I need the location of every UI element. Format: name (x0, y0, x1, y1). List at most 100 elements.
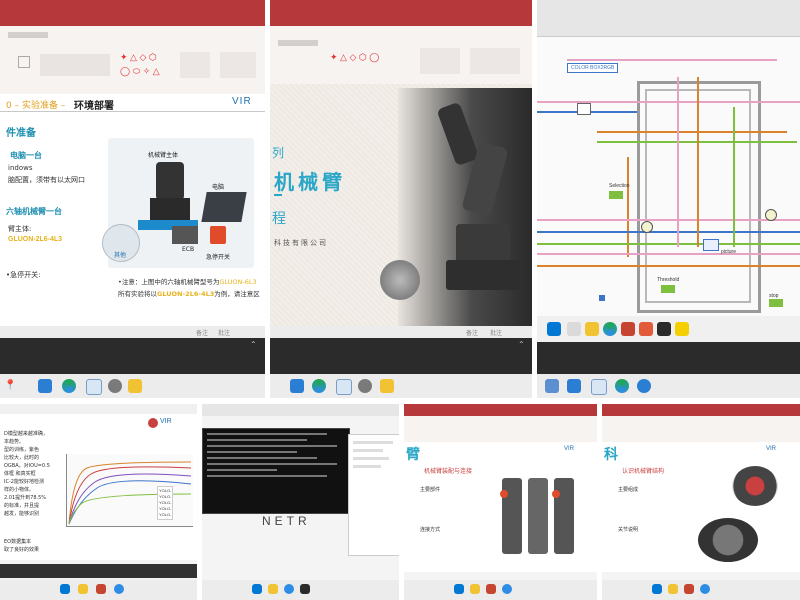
network-icon[interactable] (336, 379, 352, 395)
terminal-window[interactable] (202, 428, 350, 514)
edge-icon[interactable] (312, 379, 326, 393)
edge-icon[interactable] (615, 379, 629, 393)
bullet-2: 关节说明 (618, 527, 639, 533)
threshold-control[interactable] (661, 285, 675, 293)
app-icon-blue[interactable] (567, 379, 581, 393)
edge-icon[interactable] (62, 379, 76, 393)
ppt-icon[interactable] (486, 584, 496, 594)
taskbar (270, 374, 532, 398)
windows-start-icon[interactable] (252, 584, 262, 594)
status-notes[interactable]: 备注 (196, 328, 208, 337)
edge-icon[interactable] (603, 322, 617, 336)
app-icon-blue[interactable] (38, 379, 52, 393)
brand-logo: VIR (564, 446, 575, 452)
gallery-icon[interactable] (380, 379, 394, 393)
item2-heading: 六轴机械臂一台 (6, 207, 62, 216)
photo-label-arm: 机械臂主体 (148, 152, 179, 159)
pin-icon[interactable]: 📍 (4, 380, 16, 391)
app-icon-blue[interactable] (290, 379, 304, 393)
subvi-node[interactable] (703, 239, 719, 251)
ppt-status-bar: 备注 批注 (0, 326, 265, 338)
arm-model: GLUON-2L6-4L3 (8, 236, 63, 243)
image-icon[interactable] (545, 379, 559, 393)
wps-icon[interactable] (639, 322, 653, 336)
screenshot-tile-ppt-title: ✦ △ ◇ ⬡ ◯ 列 机械臂 程 科技有限公司 备注 批注 ⌃ (270, 0, 532, 398)
gauge-node[interactable] (641, 221, 653, 233)
brand-logo: VIR (766, 446, 777, 452)
arm-base-image (698, 518, 758, 562)
slide-heading: 认识机械臂结构 (622, 468, 665, 475)
note-line-2: 所有实验将以GLUON-2L6-4L3为例，请注意区 (118, 290, 260, 298)
ppt-ribbon: ✦ △ ◇ ⬡ ◯ (270, 26, 532, 85)
edge-icon[interactable] (700, 584, 710, 594)
selection-label: Selection (609, 183, 630, 189)
slide-canvas: VIR D模型越来越准确， 本趋势。 型的训练，紫色 比较大，此时的 OGBA，对I… (0, 414, 197, 560)
title-fragment: 列 (272, 146, 285, 160)
chevron-up-icon[interactable]: ⌃ (250, 340, 257, 349)
file-explorer-panel[interactable] (348, 434, 399, 556)
status-comments[interactable]: 批注 (218, 328, 230, 337)
gear-icon[interactable] (358, 379, 372, 393)
taskbar-top (537, 316, 800, 342)
gear-icon[interactable] (108, 379, 122, 393)
network-icon[interactable] (86, 379, 102, 395)
chart-legend: YOLO- YOLO- YOLO- YOLO- YOLO- (157, 486, 174, 520)
windows-start-icon[interactable] (454, 584, 464, 594)
company-name: 科技有限公司 (274, 239, 328, 247)
windows-start-icon[interactable] (60, 584, 70, 594)
screenshot-tile-labview: COLOR BOX2RGB Selection picture Threshol… (537, 0, 800, 398)
edge-icon[interactable] (502, 584, 512, 594)
dark-panel (537, 342, 800, 374)
photo-label-estop: 急停开关 (206, 254, 231, 261)
gauge-node-2[interactable] (765, 209, 777, 221)
slide-title: 环境部署 (74, 101, 114, 112)
folder-icon[interactable] (78, 584, 88, 594)
window-header (202, 404, 399, 416)
chevron-up-icon[interactable]: ⌃ (518, 340, 525, 349)
folder-icon[interactable] (585, 322, 599, 336)
folder-icon[interactable] (470, 584, 480, 594)
status-comments[interactable]: 批注 (490, 328, 502, 337)
picture-label: picture (721, 249, 737, 255)
stop-button[interactable] (769, 299, 783, 307)
gallery-icon[interactable] (128, 379, 142, 393)
ppt-icon[interactable] (621, 322, 635, 336)
edge-icon[interactable] (114, 584, 124, 594)
ppt-ribbon (602, 416, 800, 442)
banner-text: NETR (262, 514, 311, 528)
status-notes[interactable]: 备注 (466, 328, 478, 337)
screenshot-tile-terminal: NETR (202, 404, 399, 600)
edge-icon[interactable] (284, 584, 294, 594)
ppt-ribbon: ✦ △ ◇ ⬡ ◯ ⬭ ✧ △ (0, 26, 265, 95)
dark-panel: ⌃ (0, 338, 265, 374)
color-box-node[interactable]: COLOR BOX2RGB (567, 63, 619, 73)
bullet-1: 主要部件 (420, 487, 441, 493)
slide-canvas: 科 VIR 认识机械臂结构 主要组成 关节说明 (602, 442, 800, 572)
camera-icon[interactable] (637, 379, 651, 393)
network-icon[interactable] (591, 379, 607, 395)
section-heading: 件准备 (6, 128, 36, 139)
labview-icon[interactable] (675, 322, 689, 336)
taskbar (537, 374, 800, 398)
hardware-photo: 机械臂主体 电脑 ECB 急停开关 其他 (102, 138, 254, 268)
terminal-icon[interactable] (657, 322, 671, 336)
terminal-icon[interactable] (300, 584, 310, 594)
ppt-ribbon (404, 416, 597, 442)
selection-control[interactable] (609, 191, 623, 199)
terminal-node[interactable] (577, 103, 591, 115)
search-icon[interactable] (567, 322, 581, 336)
item1-line1: indows (8, 164, 33, 172)
ppt-title-bar (0, 0, 265, 26)
slide-title: 科 (604, 447, 618, 463)
slide-title: 机械臂 (274, 170, 346, 194)
ppt-icon[interactable] (96, 584, 106, 594)
item1-heading: 电脑一台 (10, 151, 42, 160)
folder-icon[interactable] (668, 584, 678, 594)
windows-start-icon[interactable] (652, 584, 662, 594)
windows-start-icon[interactable] (547, 322, 561, 336)
folder-icon[interactable] (268, 584, 278, 594)
photo-label-pc: 电脑 (212, 184, 225, 191)
photo-label-cable: 其他 (114, 252, 127, 259)
arm-image-2 (528, 478, 548, 554)
ppt-icon[interactable] (684, 584, 694, 594)
